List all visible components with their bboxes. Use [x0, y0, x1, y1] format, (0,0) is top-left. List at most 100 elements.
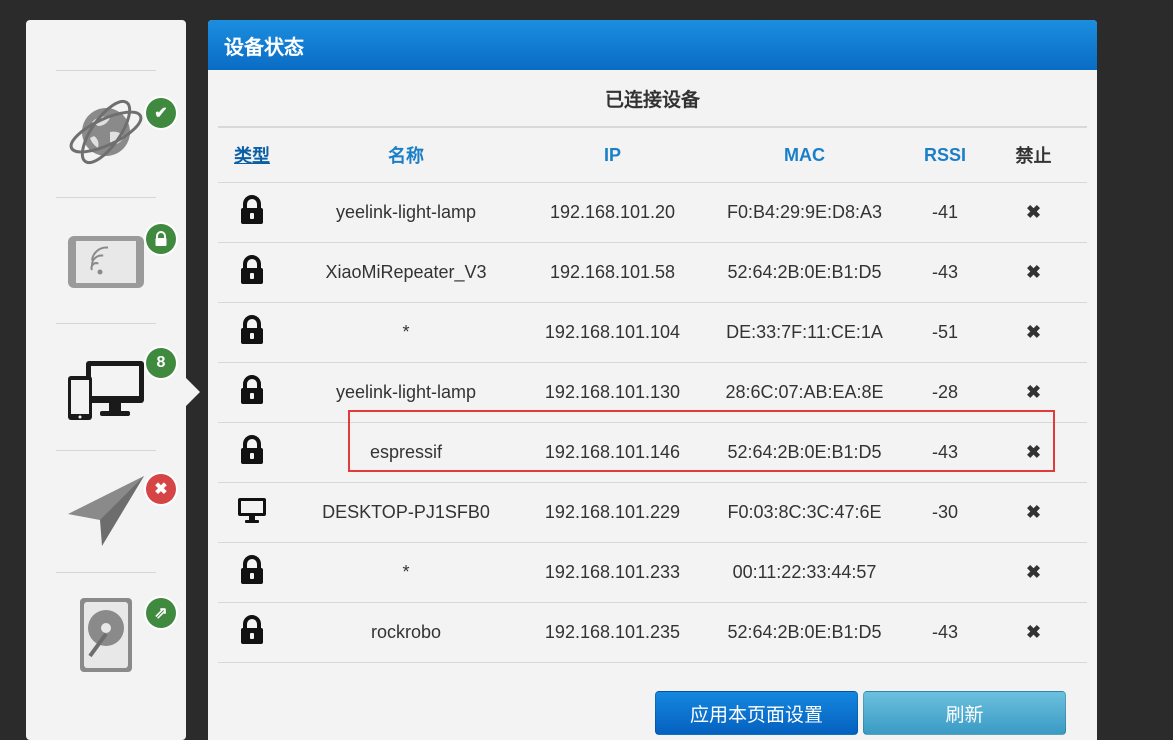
- device-name: yeelink-light-lamp: [286, 182, 526, 243]
- device-rssi: -41: [910, 182, 980, 243]
- lock-icon: [241, 195, 263, 224]
- device-status-panel: 设备状态 已连接设备 类型 名称 IP MAC RSSI 禁止 yeelink-…: [208, 20, 1097, 740]
- page-title: 设备状态: [224, 34, 304, 59]
- sidebar-item-devices[interactable]: 8: [66, 346, 186, 456]
- table-row: DESKTOP-PJ1SFB0 192.168.101.229 F0:03:8C:3…: [218, 482, 1087, 543]
- device-type-cell: [218, 242, 286, 303]
- status-badge-secured: [146, 224, 176, 254]
- column-header-type[interactable]: 类型: [218, 128, 286, 183]
- divider: [56, 450, 156, 451]
- ban-device-button[interactable]: ✖: [980, 242, 1087, 303]
- paper-plane-icon: [68, 476, 144, 546]
- device-ip: 192.168.101.233: [526, 542, 699, 603]
- table-row: yeelink-light-lamp 192.168.101.130 28:6C:0…: [218, 362, 1087, 423]
- device-mac[interactable]: 52:64:2B:0E:B1:D5: [699, 242, 910, 303]
- connected-devices-table: 类型 名称 IP MAC RSSI 禁止 yeelink-light-lamp 1…: [218, 128, 1087, 663]
- device-rssi: -43: [910, 242, 980, 303]
- status-badge-ok: ✔: [146, 98, 176, 128]
- hard-drive-icon: [80, 598, 132, 672]
- panel-header: 设备状态: [208, 20, 1097, 70]
- device-type-cell: [218, 302, 286, 363]
- divider: [56, 572, 156, 573]
- device-type-cell: [218, 482, 286, 543]
- column-header-rssi[interactable]: RSSI: [910, 128, 980, 183]
- device-ip: 192.168.101.58: [526, 242, 699, 303]
- lock-icon: [241, 375, 263, 404]
- device-rssi: -43: [910, 602, 980, 663]
- divider: [56, 323, 156, 324]
- sidebar-item-upload[interactable]: ✖: [66, 472, 186, 582]
- check-icon: ✔: [154, 105, 168, 122]
- device-name: espressif: [286, 422, 526, 483]
- section-title: 已连接设备: [218, 70, 1087, 128]
- lock-icon: [241, 615, 263, 644]
- device-mac[interactable]: 00:11:22:33:44:57: [699, 542, 910, 603]
- device-type-cell: [218, 182, 286, 243]
- device-type-cell: [218, 362, 286, 423]
- table-row: * 192.168.101.233 00:11:22:33:44:57 ✖: [218, 542, 1087, 603]
- device-mac[interactable]: 28:6C:07:AB:EA:8E: [699, 362, 910, 423]
- table-row: espressif 192.168.101.146 52:64:2B:0E:B1:D…: [218, 422, 1087, 483]
- column-header-mac[interactable]: MAC: [699, 128, 910, 183]
- device-type-cell: [218, 542, 286, 603]
- apply-settings-button[interactable]: 应用本页面设置: [655, 691, 858, 735]
- device-type-cell: [218, 422, 286, 483]
- share-icon: ⇗: [154, 605, 168, 622]
- monitor-icon: [238, 498, 266, 523]
- lock-icon: [241, 555, 263, 584]
- device-ip: 192.168.101.146: [526, 422, 699, 483]
- table-header-row: 类型 名称 IP MAC RSSI 禁止: [218, 128, 1087, 183]
- device-rssi: -30: [910, 482, 980, 543]
- table-row: yeelink-light-lamp 192.168.101.20 F0:B4:29…: [218, 182, 1087, 243]
- ban-device-button[interactable]: ✖: [980, 302, 1087, 363]
- device-name: *: [286, 542, 526, 603]
- ban-device-button[interactable]: ✖: [980, 602, 1087, 663]
- table-row: XiaoMiRepeater_V3 192.168.101.58 52:64:2B:…: [218, 242, 1087, 303]
- device-ip: 192.168.101.229: [526, 482, 699, 543]
- device-rssi: -51: [910, 302, 980, 363]
- table-row: rockrobo 192.168.101.235 52:64:2B:0E:B1:D5…: [218, 602, 1087, 663]
- device-rssi: -28: [910, 362, 980, 423]
- device-ip: 192.168.101.235: [526, 602, 699, 663]
- ban-device-button[interactable]: ✖: [980, 362, 1087, 423]
- table-row: * 192.168.101.104 DE:33:7F:11:CE:1A -51 ✖: [218, 302, 1087, 363]
- device-rssi: [910, 542, 980, 603]
- device-mac[interactable]: 52:64:2B:0E:B1:D5: [699, 422, 910, 483]
- device-name: XiaoMiRepeater_V3: [286, 242, 526, 303]
- lock-icon: [155, 231, 167, 246]
- column-header-ip[interactable]: IP: [526, 128, 699, 183]
- device-rssi: -43: [910, 422, 980, 483]
- status-badge-external: ⇗: [146, 598, 176, 628]
- device-name: *: [286, 302, 526, 363]
- ban-device-button[interactable]: ✖: [980, 422, 1087, 483]
- ban-device-button[interactable]: ✖: [980, 182, 1087, 243]
- device-name: DESKTOP-PJ1SFB0: [286, 482, 526, 543]
- device-mac[interactable]: DE:33:7F:11:CE:1A: [699, 302, 910, 363]
- sidebar: ✔ 8 ✖ ⇗: [26, 20, 200, 740]
- lock-icon: [241, 315, 263, 344]
- device-mac[interactable]: F0:03:8C:3C:47:6E: [699, 482, 910, 543]
- sidebar-item-wireless[interactable]: [66, 218, 186, 328]
- devices-icon: [68, 361, 144, 420]
- device-mac[interactable]: 52:64:2B:0E:B1:D5: [699, 602, 910, 663]
- status-badge-error: ✖: [146, 474, 176, 504]
- sidebar-item-storage[interactable]: ⇗: [66, 594, 186, 704]
- refresh-button[interactable]: 刷新: [863, 691, 1066, 735]
- close-icon: ✖: [154, 481, 168, 498]
- divider: [56, 197, 156, 198]
- lock-icon: [241, 255, 263, 284]
- device-name: rockrobo: [286, 602, 526, 663]
- column-header-ban: 禁止: [980, 128, 1087, 183]
- tablet-wifi-icon: [68, 236, 144, 288]
- device-ip: 192.168.101.20: [526, 182, 699, 243]
- ban-device-button[interactable]: ✖: [980, 542, 1087, 603]
- device-ip: 192.168.101.130: [526, 362, 699, 423]
- device-ip: 192.168.101.104: [526, 302, 699, 363]
- active-pointer: [186, 378, 200, 406]
- lock-icon: [241, 435, 263, 464]
- column-header-name[interactable]: 名称: [286, 128, 526, 183]
- device-mac[interactable]: F0:B4:29:9E:D8:A3: [699, 182, 910, 243]
- sidebar-item-internet[interactable]: ✔: [66, 92, 186, 202]
- device-count-badge: 8: [146, 348, 176, 378]
- ban-device-button[interactable]: ✖: [980, 482, 1087, 543]
